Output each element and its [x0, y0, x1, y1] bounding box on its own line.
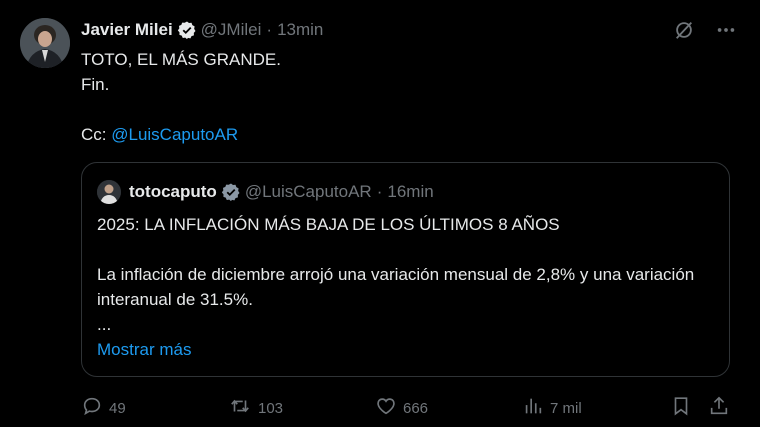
views-count: 7 mil: [550, 399, 582, 417]
tweet-line: TOTO, EL MÁS GRANDE.: [81, 50, 281, 69]
quote-author-handle[interactable]: @LuisCaputoAR: [245, 182, 372, 202]
mention-link[interactable]: @LuisCaputoAR: [111, 125, 238, 144]
quote-line: ...: [97, 315, 112, 334]
separator-dot: ·: [376, 182, 383, 201]
tweet-time[interactable]: 13min: [277, 20, 323, 40]
tweet-line: Fin.: [81, 75, 110, 94]
quote-line: La inflación de diciembre arrojó una var…: [97, 265, 695, 309]
heart-icon: [375, 395, 403, 421]
author-name[interactable]: Javier Milei: [81, 20, 173, 40]
quote-author-name[interactable]: totocaputo: [129, 182, 217, 202]
grok-icon[interactable]: [672, 18, 696, 42]
tweet-text: TOTO, EL MÁS GRANDE. Fin. Cc: @LuisCaput…: [81, 47, 721, 147]
share-button[interactable]: [708, 395, 736, 421]
repost-count: 103: [258, 399, 284, 417]
action-bar: 49 103 666 7 mil: [81, 395, 731, 421]
cc-label: Cc:: [81, 125, 112, 144]
views-button[interactable]: 7 mil: [522, 395, 582, 421]
bookmark-button[interactable]: [670, 395, 698, 421]
top-actions: [672, 18, 738, 42]
separator-dot: ·: [266, 20, 273, 39]
tweet-line: [81, 97, 721, 122]
like-count: 666: [403, 399, 429, 417]
quoted-tweet[interactable]: totocaputo @LuisCaputoAR · 16min 2025: L…: [81, 162, 730, 377]
repost-icon: [228, 395, 258, 421]
quote-line: 2025: LA INFLACIÓN MÁS BAJA DE LOS ÚLTIM…: [97, 215, 560, 234]
verified-badge-icon[interactable]: [221, 182, 241, 202]
quote-time[interactable]: 16min: [387, 182, 433, 202]
tweet-line-cc: Cc: @LuisCaputoAR: [81, 122, 721, 147]
like-button[interactable]: 666: [375, 395, 428, 421]
repost-button[interactable]: 103: [228, 395, 283, 421]
share-icon: [708, 395, 736, 421]
reply-icon: [81, 395, 109, 421]
quote-header: totocaputo @LuisCaputoAR · 16min: [97, 180, 434, 204]
author-handle[interactable]: @JMilei: [201, 20, 262, 40]
views-icon: [522, 395, 550, 421]
bookmark-icon: [670, 395, 698, 421]
reply-count: 49: [109, 399, 126, 417]
quote-line: [97, 237, 717, 262]
quote-author-avatar[interactable]: [97, 180, 121, 204]
verified-badge-icon[interactable]: [177, 20, 197, 40]
tweet-header: Javier Milei @JMilei · 13min: [81, 18, 323, 42]
more-icon[interactable]: [714, 18, 738, 42]
quote-text: 2025: LA INFLACIÓN MÁS BAJA DE LOS ÚLTIM…: [97, 212, 717, 337]
reply-button[interactable]: 49: [81, 395, 126, 421]
author-avatar[interactable]: [20, 18, 70, 68]
show-more-link[interactable]: Mostrar más: [97, 340, 191, 360]
